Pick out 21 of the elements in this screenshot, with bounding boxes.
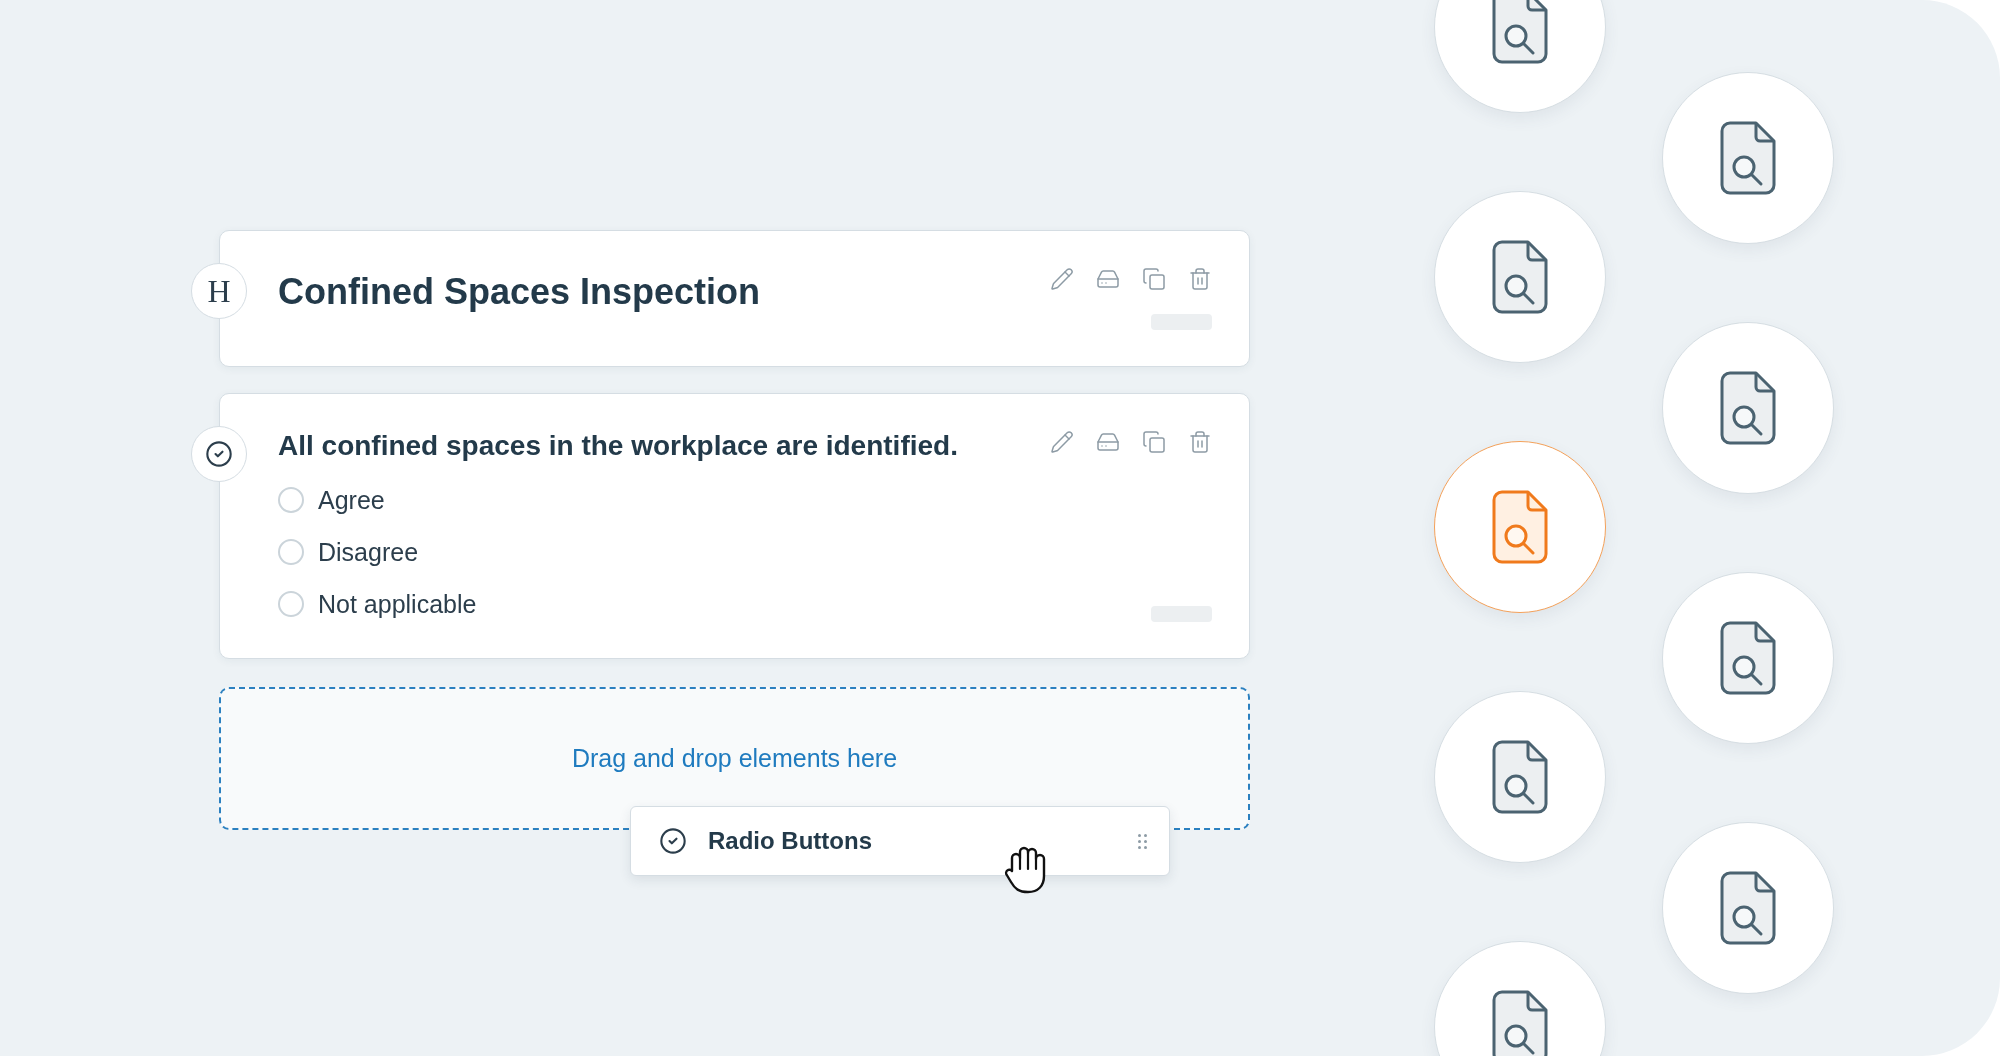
drag-handle-icon[interactable] — [1138, 833, 1147, 849]
radio-button[interactable] — [278, 591, 304, 617]
option-label: Disagree — [318, 537, 419, 567]
copy-icon[interactable] — [1142, 267, 1166, 291]
radio-button[interactable] — [278, 487, 304, 513]
radio-button[interactable] — [278, 539, 304, 565]
drop-zone[interactable]: Drag and drop elements here — [219, 687, 1250, 830]
option-label: Agree — [318, 485, 385, 515]
edit-icon[interactable] — [1050, 430, 1074, 454]
check-circle-icon — [659, 827, 687, 855]
trash-icon[interactable] — [1188, 430, 1212, 454]
question-text: All confined spaces in the workplace are identified. — [278, 429, 959, 463]
edit-icon[interactable] — [1050, 267, 1074, 291]
copy-icon[interactable] — [1142, 430, 1166, 454]
heading-type-badge: H — [191, 263, 247, 319]
hard-drive-icon[interactable] — [1096, 430, 1120, 454]
hard-drive-icon[interactable] — [1096, 267, 1120, 291]
trash-icon[interactable] — [1188, 267, 1212, 291]
option-label: Not applicable — [318, 589, 477, 619]
form-title: Confined Spaces Inspection — [278, 270, 762, 314]
dragged-element-card[interactable]: Radio Buttons — [630, 806, 1170, 876]
